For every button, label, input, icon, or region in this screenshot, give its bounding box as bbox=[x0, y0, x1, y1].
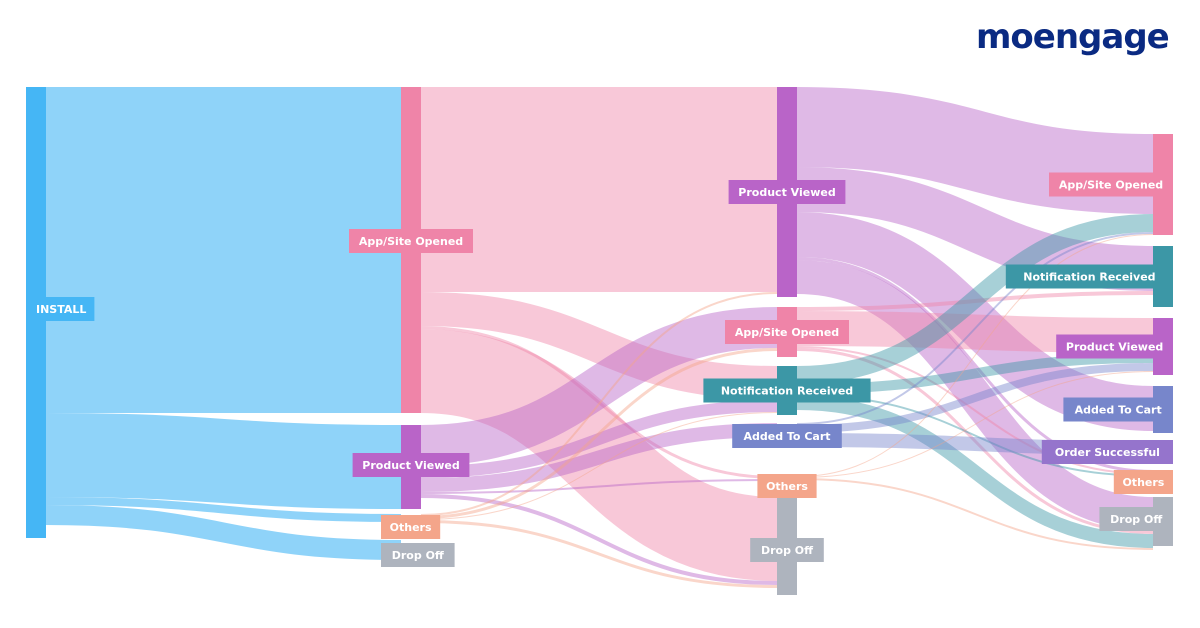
label-text-c2_drop: Drop Off bbox=[761, 544, 813, 557]
node-label-c1_app[interactable]: App/Site Opened bbox=[349, 229, 473, 253]
node-label-c2_cart[interactable]: Added To Cart bbox=[732, 424, 842, 448]
label-text-c3_drop: Drop Off bbox=[1110, 513, 1162, 526]
label-text-c3_order: Order Successful bbox=[1055, 446, 1160, 459]
node-label-c3_drop[interactable]: Drop Off bbox=[1099, 507, 1173, 531]
node-label-c3_app[interactable]: App/Site Opened bbox=[1049, 172, 1173, 197]
node-label-c3_pv[interactable]: Product Viewed bbox=[1056, 334, 1173, 359]
node-label-c1_oth[interactable]: Others bbox=[381, 515, 441, 539]
label-text-c1_drop: Drop Off bbox=[392, 549, 444, 562]
label-text-c2_cart: Added To Cart bbox=[743, 430, 830, 443]
label-text-c3_oth: Others bbox=[1122, 476, 1164, 489]
node-label-c2_app[interactable]: App/Site Opened bbox=[725, 320, 849, 344]
node-label-c3_cart[interactable]: Added To Cart bbox=[1063, 397, 1173, 422]
sankey-links bbox=[45, 86, 1154, 588]
link-c2_pv-to-c3_app bbox=[796, 87, 1154, 214]
label-text-c2_oth: Others bbox=[766, 480, 808, 493]
label-text-c2_notif: Notification Received bbox=[721, 385, 853, 398]
node-label-c1_drop[interactable]: Drop Off bbox=[381, 543, 455, 567]
label-text-c1_app: App/Site Opened bbox=[359, 235, 463, 248]
node-label-c3_order[interactable]: Order Successful bbox=[1041, 440, 1173, 464]
label-text-c1_oth: Others bbox=[390, 521, 432, 534]
node-label-c2_oth[interactable]: Others bbox=[757, 474, 817, 498]
node-label-c2_drop[interactable]: Drop Off bbox=[750, 538, 824, 562]
link-install-to-c1_pv bbox=[45, 413, 402, 509]
node-label-c3_oth[interactable]: Others bbox=[1113, 470, 1173, 494]
node-label-c2_pv[interactable]: Product Viewed bbox=[728, 180, 846, 204]
label-text-c1_pv: Product Viewed bbox=[362, 459, 459, 472]
label-text-c3_notif: Notification Received bbox=[1023, 271, 1155, 284]
node-label-c2_notif[interactable]: Notification Received bbox=[703, 378, 871, 403]
label-text-c2_pv: Product Viewed bbox=[738, 186, 835, 199]
node-label-c1_pv[interactable]: Product Viewed bbox=[352, 453, 470, 477]
label-text-c3_app: App/Site Opened bbox=[1059, 179, 1163, 192]
label-text-install: INSTALL bbox=[36, 303, 86, 316]
sankey-chart: INSTALL App/Site Opened Product Viewed Othe… bbox=[26, 86, 1173, 595]
label-text-c3_pv: Product Viewed bbox=[1066, 341, 1163, 354]
label-text-c2_app: App/Site Opened bbox=[735, 326, 839, 339]
label-text-c3_cart: Added To Cart bbox=[1075, 404, 1162, 417]
node-label-install[interactable]: INSTALL bbox=[28, 297, 95, 321]
node-label-c3_notif[interactable]: Notification Received bbox=[1005, 264, 1173, 289]
